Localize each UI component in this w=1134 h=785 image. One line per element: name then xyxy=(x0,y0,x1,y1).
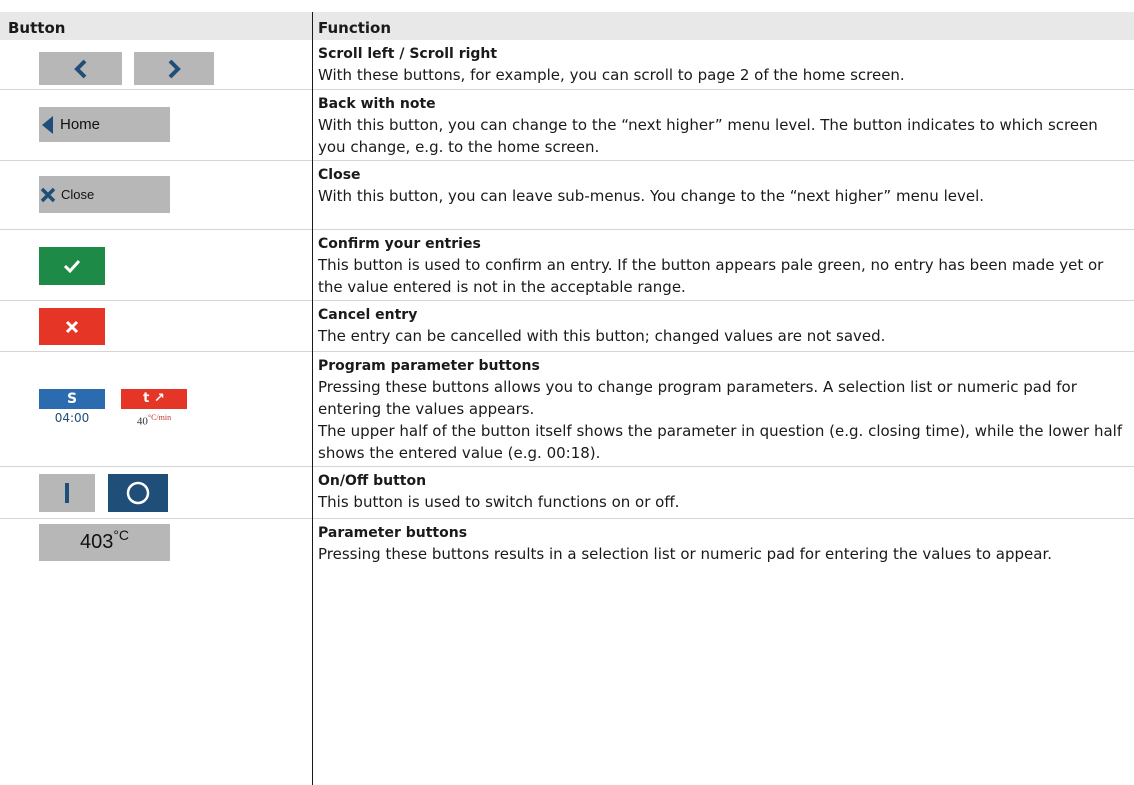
param-t-value: 40 xyxy=(136,415,148,428)
param-s-value: 04:00 xyxy=(54,411,90,425)
close-button-label: Close xyxy=(61,187,95,202)
row-title: On/Off button xyxy=(318,473,427,489)
parameter-button[interactable]: 403 °C xyxy=(39,524,170,561)
parameter-value: 403 xyxy=(79,531,114,553)
table-row: Cancel entry The entry can be cancelled … xyxy=(0,301,1134,352)
param-s-label: S xyxy=(39,389,105,409)
row-description: With these buttons, for example, you can… xyxy=(318,66,905,84)
close-button[interactable]: Close xyxy=(39,176,170,213)
row-title: Program parameter buttons xyxy=(318,358,540,374)
scroll-left-button[interactable] xyxy=(39,52,122,85)
row-description: This button is used to confirm an entry.… xyxy=(318,256,1104,296)
program-param-s-button[interactable]: S 04:00 xyxy=(39,389,105,429)
cross-icon xyxy=(65,320,79,333)
header-button: Button xyxy=(8,19,66,37)
param-t-value-group: 40°C/min xyxy=(121,409,187,431)
back-button-label: Home xyxy=(60,116,101,133)
row-title: Close xyxy=(318,167,361,183)
table-header: Button Function xyxy=(0,12,1134,40)
table-row: On/Off button This button is used to swi… xyxy=(0,467,1134,519)
row-description: This button is used to switch functions … xyxy=(318,493,680,511)
chevron-right-icon xyxy=(168,59,181,78)
row-description: Pressing these buttons allows you to cha… xyxy=(318,378,1077,418)
cancel-button[interactable] xyxy=(39,308,105,345)
triangle-left-icon xyxy=(42,115,53,134)
table-row: Scroll left / Scroll right With these bu… xyxy=(0,40,1134,90)
off-button[interactable] xyxy=(108,474,168,512)
row-title: Scroll left / Scroll right xyxy=(318,46,498,62)
header-function: Function xyxy=(318,19,392,37)
row-title: Cancel entry xyxy=(318,307,418,323)
on-button[interactable] xyxy=(39,474,95,512)
close-x-icon xyxy=(40,187,56,202)
row-description: The entry can be cancelled with this but… xyxy=(318,327,886,345)
table-row: 403 °C Parameter buttons Pressing these b… xyxy=(0,519,1134,785)
row-description: With this button, you can change to the … xyxy=(318,116,1098,156)
table-row: Close Close With this button, you can le… xyxy=(0,161,1134,230)
off-circle-icon xyxy=(126,481,150,505)
scroll-right-button[interactable] xyxy=(134,52,214,85)
table-row: Confirm your entries This button is used… xyxy=(0,230,1134,301)
row-description: With this button, you can leave sub-menu… xyxy=(318,187,985,205)
column-divider xyxy=(312,12,313,785)
row-title: Parameter buttons xyxy=(318,525,468,541)
parameter-unit: °C xyxy=(113,526,130,543)
param-t-unit: °C/min xyxy=(147,413,172,422)
on-bar-icon xyxy=(65,483,69,503)
program-param-t-button[interactable]: t ↗ 40°C/min xyxy=(121,389,187,429)
chevron-left-icon xyxy=(73,59,86,78)
param-t-label: t ↗ xyxy=(121,389,187,409)
checkmark-icon xyxy=(63,259,81,273)
back-home-button[interactable]: Home xyxy=(39,107,170,142)
table-row: Home Back with note With this button, yo… xyxy=(0,90,1134,161)
table-row: S 04:00 t ↗ 40°C/min Program parameter b… xyxy=(0,352,1134,467)
row-description-2: The upper half of the button itself show… xyxy=(318,422,1123,462)
row-title: Confirm your entries xyxy=(318,236,481,252)
confirm-button[interactable] xyxy=(39,247,105,285)
row-description: Pressing these buttons results in a sele… xyxy=(318,545,1053,563)
row-title: Back with note xyxy=(318,96,436,112)
